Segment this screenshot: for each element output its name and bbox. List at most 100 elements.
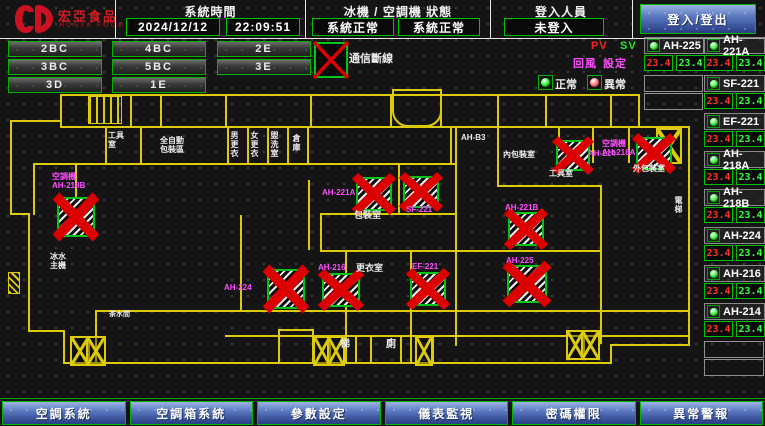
system-clock-value: 22:09:51 [226, 18, 300, 36]
unit-row-ah-225[interactable]: AH-225 [644, 37, 704, 54]
ahu-marker-ah-221b[interactable] [508, 212, 544, 246]
unit-row-ah-221a[interactable]: AH-221A [704, 37, 765, 54]
empty-slot [704, 341, 764, 358]
unit-values-ah-224: 23.4 23.4 [704, 245, 765, 261]
header-divider [632, 0, 633, 38]
unit-name-label: AH-221A [723, 34, 764, 58]
ahu-status-value: 系統正常 [398, 18, 480, 36]
nav-button-param-setting[interactable]: 參數設定 [257, 401, 381, 425]
marker-label: EF-221 [412, 262, 438, 271]
ahu-marker-ah-214[interactable] [556, 140, 590, 171]
ahu-marker-ah-218b[interactable] [57, 197, 95, 237]
wall [320, 213, 322, 252]
marker-label: AH-216 [318, 263, 346, 272]
marker-label: 空調機 AH-218A [602, 139, 636, 157]
nav-button-password-auth[interactable]: 密碼權限 [512, 401, 636, 425]
nav-top-line [0, 398, 765, 399]
wall [225, 335, 688, 337]
wall [355, 336, 357, 362]
login-user-value: 未登入 [504, 18, 604, 36]
empty-slot [704, 359, 764, 376]
ahu-marker-ah-221a[interactable] [356, 177, 392, 211]
comm-loss-x-icon [321, 272, 361, 308]
stairwell-hatch [88, 96, 122, 124]
nav-button-ahu-system[interactable]: 空調箱系統 [130, 401, 254, 425]
wall [497, 185, 602, 187]
wall [105, 128, 107, 163]
nav-button-alarm[interactable]: 異常警報 [640, 401, 764, 425]
unit-row-sf-221[interactable]: SF-221 [704, 75, 765, 92]
unit-row-ah-218a[interactable]: AH-218A [704, 151, 765, 168]
unit-row-ah-218b[interactable]: AH-218B [704, 189, 765, 206]
sv-value: 23.4 [676, 55, 705, 71]
room-label: AH-B3 [461, 133, 485, 142]
wall [287, 128, 289, 163]
wall [140, 128, 142, 163]
unit-status-lamp [707, 153, 720, 166]
wall [240, 215, 242, 310]
unit-row-ah-224[interactable]: AH-224 [704, 227, 765, 244]
wall [310, 96, 312, 126]
nav-button-meter-monitor[interactable]: 儀表監視 [385, 401, 509, 425]
room-label: 工具室 [549, 169, 573, 178]
login-logout-button[interactable]: 登入/登出 [640, 4, 756, 34]
bottom-nav: 空調系統 空調箱系統 參數設定 儀表監視 密碼權限 異常警報 [0, 401, 765, 425]
unit-values-ef-221: 23.4 23.4 [704, 131, 765, 147]
stairs-icon [86, 336, 106, 366]
room-label: 電梯 [674, 196, 683, 214]
floor-button-3bc[interactable]: 3BC [8, 59, 102, 75]
comm-loss-x-icon [56, 196, 96, 238]
floor-button-5bc[interactable]: 5BC [112, 59, 206, 75]
room-label: 冰水 主機 [50, 252, 66, 270]
nav-button-ac-system[interactable]: 空調系統 [2, 401, 126, 425]
floor-button-4bc[interactable]: 4BC [112, 41, 206, 57]
unit-name-label: AH-224 [723, 230, 761, 242]
pv-value: 23.4 [704, 207, 733, 223]
sv-value: 23.4 [736, 131, 765, 147]
pv-value: 23.4 [704, 93, 733, 109]
ahu-marker-ef-221[interactable] [410, 272, 446, 306]
unit-status-lamp [707, 229, 720, 242]
floor-button-2e[interactable]: 2E [217, 41, 311, 57]
wall [308, 180, 310, 250]
marker-label: AH-221B [505, 203, 538, 212]
unit-row-ah-216[interactable]: AH-216 [704, 265, 765, 282]
marker-label: AH-221A [322, 188, 355, 197]
sv-value: 23.4 [736, 207, 765, 223]
ahu-marker-sf-221[interactable] [403, 176, 439, 208]
unit-values-sf-221: 23.4 23.4 [704, 93, 765, 109]
floor-button-2bc[interactable]: 2BC [8, 41, 102, 57]
comm-loss-legend-icon [314, 42, 348, 78]
comm-loss-x-icon [506, 264, 548, 304]
comm-loss-x-icon [355, 176, 393, 212]
pv-value: 23.4 [704, 131, 733, 147]
wall [455, 126, 457, 346]
pv-value: 23.4 [704, 283, 733, 299]
unit-row-ef-221[interactable]: EF-221 [704, 113, 765, 130]
unit-name-label: AH-225 [663, 40, 701, 52]
system-date-value: 2024/12/12 [126, 18, 220, 36]
wall [28, 215, 30, 332]
stairs-icon [581, 330, 600, 360]
sv-value: 23.4 [736, 283, 765, 299]
wall [610, 96, 612, 126]
marker-label: AH-224 [224, 283, 252, 292]
wall [688, 126, 690, 346]
unit-row-ah-214[interactable]: AH-214 [704, 303, 765, 320]
floor-button-1e[interactable]: 1E [112, 77, 206, 93]
wall [95, 310, 690, 312]
ahu-marker-ah-225[interactable] [507, 265, 547, 303]
sv-desc-label: 設定 [603, 55, 627, 71]
marker-label: 空調機 AH-218B [52, 172, 100, 190]
ahu-marker-ah-224[interactable] [267, 269, 305, 309]
room-label: 全自動 包裝區 [160, 136, 184, 154]
floor-button-3d[interactable]: 3D [8, 77, 102, 93]
ahu-marker-ah-216[interactable] [322, 273, 360, 307]
floor-button-3e[interactable]: 3E [217, 59, 311, 75]
unit-values-ah-214: 23.4 23.4 [704, 321, 765, 337]
normal-lamp-icon [538, 75, 553, 90]
room-label: 梯 [340, 340, 350, 349]
wall [10, 213, 30, 215]
header-divider [115, 0, 116, 38]
header-divider [305, 0, 306, 38]
